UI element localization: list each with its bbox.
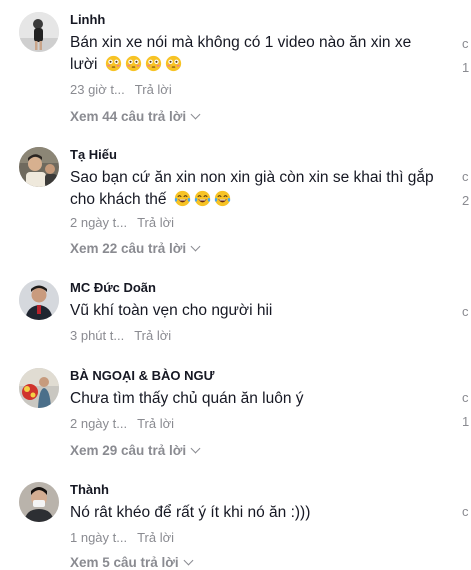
like-icon[interactable]: c <box>462 304 469 319</box>
username[interactable]: Thành <box>70 482 109 497</box>
avatar[interactable] <box>19 12 59 52</box>
username[interactable]: BÀ NGOẠI & BÀO NGƯ <box>70 368 214 383</box>
reply-button[interactable]: Trả lời <box>137 215 174 230</box>
reply-button[interactable]: Trả lời <box>137 416 174 431</box>
timestamp: 1 ngày t... <box>70 530 128 545</box>
view-replies-button[interactable]: Xem 5 câu trả lời <box>70 555 194 570</box>
emoji-group <box>102 55 182 73</box>
flushed-face-icon <box>125 55 141 72</box>
reply-button[interactable]: Trả lời <box>137 530 174 545</box>
username[interactable]: Tạ Hiếu <box>70 147 117 162</box>
comment-meta: 2 ngày t... Trả lời <box>70 215 174 230</box>
avatar[interactable] <box>19 482 59 522</box>
timestamp: 3 phút t... <box>70 328 125 343</box>
username[interactable]: Linhh <box>70 12 105 27</box>
comment-meta: 1 ngày t... Trả lời <box>70 530 174 545</box>
comment-meta: 23 giờ t... Trả lời <box>70 82 172 97</box>
reply-button[interactable]: Trả lời <box>134 328 171 343</box>
like-icon[interactable]: c <box>462 169 469 184</box>
like-count: 1 <box>462 60 470 75</box>
emoji-group <box>171 190 231 208</box>
username[interactable]: MC Đức Doãn <box>70 280 156 295</box>
timestamp: 2 ngày t... <box>70 416 128 431</box>
flushed-face-icon <box>145 55 161 72</box>
flushed-face-icon <box>165 55 181 72</box>
comment-text: Nó rât khéo để rất ý ít khi nó ăn :))) <box>70 504 311 521</box>
comment-meta: 2 ngày t... Trả lời <box>70 416 174 431</box>
avatar[interactable] <box>19 280 59 320</box>
like-icon[interactable]: c <box>462 390 469 405</box>
comment-text: Bán xin xe nói mà không có 1 video nào ă… <box>70 34 412 73</box>
chevron-down-icon <box>190 241 201 252</box>
like-count: 2 <box>462 193 470 208</box>
avatar[interactable] <box>19 147 59 187</box>
reply-button[interactable]: Trả lời <box>135 82 172 97</box>
tears-of-joy-icon <box>194 190 211 207</box>
flushed-face-icon <box>105 55 121 72</box>
view-replies-button[interactable]: Xem 29 câu trả lời <box>70 443 201 458</box>
like-count: 1 <box>462 414 470 429</box>
timestamp: 2 ngày t... <box>70 215 128 230</box>
like-icon[interactable]: c <box>462 504 469 519</box>
view-replies-button[interactable]: Xem 22 câu trả lời <box>70 241 201 256</box>
comment-text: Chưa tìm thấy chủ quán ăn luôn ý <box>70 390 304 407</box>
tears-of-joy-icon <box>174 190 191 207</box>
comment-text: Vũ khí toàn vẹn cho người hii <box>70 302 273 319</box>
tears-of-joy-icon <box>214 190 231 207</box>
view-replies-button[interactable]: Xem 44 câu trả lời <box>70 109 201 124</box>
chevron-down-icon <box>190 109 201 120</box>
comment-text: Sao bạn cứ ăn xin non xin già còn xin se… <box>70 169 434 208</box>
chevron-down-icon <box>190 443 201 454</box>
avatar[interactable] <box>19 368 59 408</box>
comment-meta: 3 phút t... Trả lời <box>70 328 171 343</box>
timestamp: 23 giờ t... <box>70 82 125 97</box>
like-icon[interactable]: c <box>462 36 469 51</box>
